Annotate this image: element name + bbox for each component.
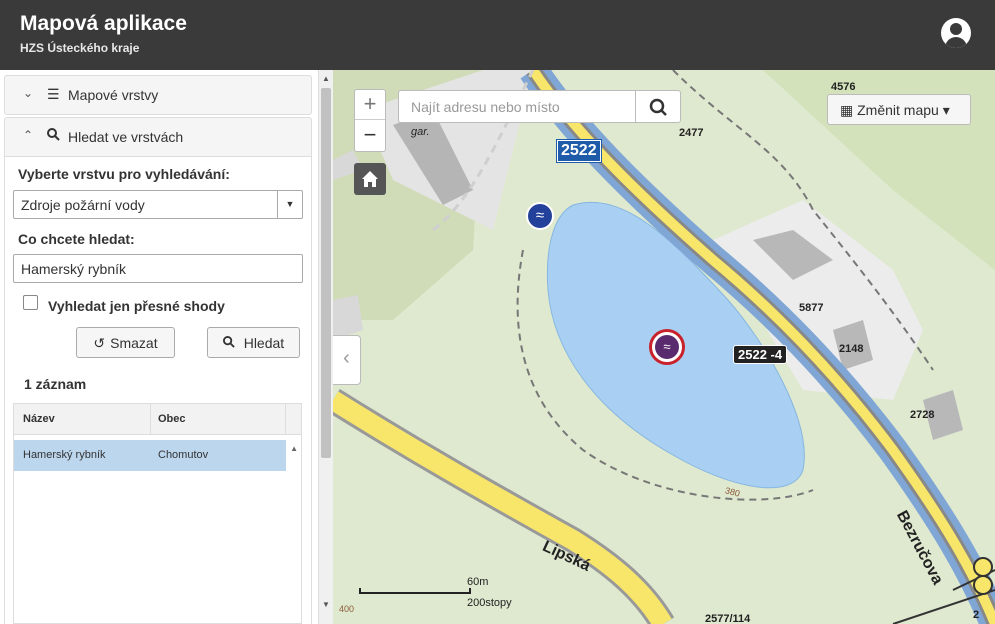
accordion-search-layers[interactable]: ⌃ Hledat ve vrstvách (4, 117, 312, 157)
map-label: 2577/114 (705, 613, 751, 624)
scale-steps: 200stopy (467, 597, 512, 609)
map-view[interactable]: + − Najít adresu nebo místo ▦ Změnit map… (333, 70, 995, 624)
clear-button[interactable]: ↺ Smazat (76, 327, 175, 358)
road-number-label: 2522 (556, 139, 602, 163)
search-button-label: Hledat (243, 335, 285, 351)
exact-match-checkbox[interactable] (23, 295, 38, 310)
sidebar: ⌄ ☰ Mapové vrstvy ⌃ Hledat ve vrstvách V… (0, 70, 318, 624)
scroll-up-icon[interactable]: ▲ (322, 74, 330, 83)
collapse-sidebar-button[interactable]: ‹ (333, 335, 361, 385)
map-label: 2477 (679, 127, 704, 139)
search-icon (47, 128, 60, 144)
zoom-in-button[interactable]: + (355, 90, 385, 120)
column-header-name[interactable]: Název (14, 404, 151, 435)
scroll-down-icon[interactable]: ▼ (322, 600, 330, 609)
exact-match-label: Vyhledat jen přesné shody (48, 298, 225, 314)
map-label: 4576 (831, 81, 856, 93)
undo-icon: ↺ (93, 335, 106, 351)
map-label: 2148 (839, 343, 864, 355)
query-label: Co chcete hledat: (18, 231, 135, 247)
scrollbar-thumb[interactable] (321, 88, 331, 458)
column-header-municipality[interactable]: Obec (151, 404, 286, 435)
layer-select[interactable]: Zdroje požární vody ▼ (13, 190, 303, 219)
layer-select-value: Zdroje požární vody (21, 197, 145, 213)
list-icon: ☰ (47, 86, 60, 102)
chevron-up-icon: ⌃ (23, 128, 34, 142)
accordion-label: Hledat ve vrstvách (68, 129, 184, 145)
cell-municipality: Chomutov (158, 449, 209, 461)
scale-meters: 60m (467, 576, 489, 588)
selected-water-source-marker[interactable]: ≈ (649, 329, 685, 365)
clear-button-label: Smazat (110, 335, 158, 351)
map-label: 5877 (799, 302, 824, 314)
query-input[interactable]: Hamerský rybník (13, 254, 303, 283)
map-label: 2728 (910, 409, 935, 421)
address-search-button[interactable] (635, 90, 681, 123)
change-map-button[interactable]: ▦ Změnit mapu ▾ (827, 94, 971, 125)
map-label: gar. (411, 126, 430, 138)
chevron-down-icon: ⌄ (23, 86, 34, 100)
results-table: Název Obec Hamerský rybník Chomutov ▲ (13, 403, 302, 624)
accordion-map-layers[interactable]: ⌄ ☰ Mapové vrstvy (4, 75, 312, 115)
address-search-input[interactable]: Najít adresu nebo místo (398, 90, 636, 123)
road-number-label: 2522 -4 (733, 345, 788, 364)
app-subtitle: HZS Ústeckého kraje (20, 41, 140, 55)
home-icon (362, 171, 378, 187)
chevron-left-icon: ‹ (343, 347, 350, 369)
caret-down-icon: ▾ (942, 102, 950, 118)
app-title: Mapová aplikace (20, 12, 187, 35)
search-icon (222, 335, 239, 351)
contour-label: 400 (339, 604, 355, 614)
table-header: Název Obec (14, 404, 301, 435)
user-circle-icon[interactable] (941, 18, 971, 48)
search-button[interactable]: Hledat (207, 327, 300, 358)
home-button[interactable] (354, 163, 386, 195)
table-scroll-up-icon[interactable]: ▲ (290, 444, 298, 453)
caret-down-icon[interactable]: ▼ (277, 191, 302, 218)
table-row[interactable]: Hamerský rybník Chomutov (14, 440, 286, 471)
grid-icon: ▦ (840, 102, 854, 118)
sidebar-scrollbar[interactable]: ▲ ▼ (318, 70, 333, 624)
zoom-out-button[interactable]: − (355, 121, 385, 151)
zoom-control: + − (354, 89, 386, 152)
search-icon (649, 98, 667, 116)
app-header: Mapová aplikace HZS Ústeckého kraje (0, 0, 995, 70)
result-count: 1 záznam (24, 376, 87, 392)
layer-select-label: Vyberte vrstvu pro vyhledávání: (18, 166, 230, 182)
scale-bar (359, 588, 471, 594)
change-map-label: Změnit mapu (857, 102, 939, 118)
map-label: 2 (973, 609, 980, 621)
accordion-label: Mapové vrstvy (68, 87, 159, 103)
water-source-marker[interactable]: ≈ (526, 202, 554, 230)
cell-name: Hamerský rybník (23, 449, 106, 461)
